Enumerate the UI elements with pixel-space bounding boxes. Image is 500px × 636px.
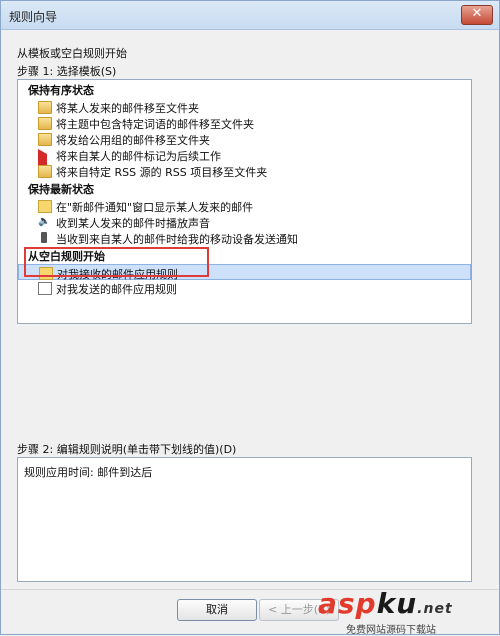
close-button[interactable]: ✕ <box>461 5 493 25</box>
phone-icon <box>41 232 47 243</box>
folder-icon <box>38 101 52 114</box>
cancel-button[interactable]: 取消 <box>177 599 257 621</box>
folder-icon <box>38 117 52 130</box>
watermark-logo-part-a: asp <box>318 587 377 620</box>
list-item[interactable]: 对我发送的邮件应用规则 <box>18 280 471 296</box>
watermark-logo-net: .net <box>417 601 453 617</box>
rules-wizard-window: 规则向导 ✕ 从模板或空白规则开始 步骤 1: 选择模板(S) 保持有序状态 将… <box>0 0 500 636</box>
speaker-icon: 🔈 <box>38 216 51 227</box>
step1-label: 步骤 1: 选择模板(S) <box>17 65 117 78</box>
rule-description-box[interactable]: 规则应用时间: 邮件到达后 <box>17 457 472 582</box>
list-item-label: 将某人发来的邮件移至文件夹 <box>56 102 199 115</box>
step2-label: 步骤 2: 编辑规则说明(单击带下划线的值)(D) <box>17 443 237 456</box>
list-item-label: 当收到来自某人的邮件时给我的移动设备发送通知 <box>56 233 298 246</box>
close-icon: ✕ <box>471 6 483 21</box>
list-item-label: 收到某人发来的邮件时播放声音 <box>56 217 210 230</box>
template-listbox[interactable]: 保持有序状态 将某人发来的邮件移至文件夹 将主题中包含特定词语的邮件移至文件夹 … <box>17 79 472 324</box>
watermark-logo-text: aspku.net <box>318 587 453 620</box>
group-header-uptodate: 保持最新状态 <box>28 183 94 196</box>
list-item-label: 将主题中包含特定词语的邮件移至文件夹 <box>56 118 254 131</box>
list-item-label: 将来自特定 RSS 源的 RSS 项目移至文件夹 <box>56 166 268 179</box>
group-header-organized: 保持有序状态 <box>28 84 94 97</box>
list-item[interactable]: 将某人发来的邮件移至文件夹 <box>18 99 471 115</box>
alert-icon <box>38 200 52 213</box>
list-item-label: 在"新邮件通知"窗口显示某人发来的邮件 <box>56 201 254 214</box>
list-item[interactable]: 在"新邮件通知"窗口显示某人发来的邮件 <box>18 198 471 214</box>
title-bar: 规则向导 ✕ <box>1 1 499 30</box>
watermark-logo: aspku.net 免费网站源码下载站 <box>318 587 493 636</box>
list-item[interactable]: 将发给公用组的邮件移至文件夹 <box>18 131 471 147</box>
watermark-subtitle: 免费网站源码下载站 <box>346 625 436 636</box>
list-item-label: 对我发送的邮件应用规则 <box>56 283 177 296</box>
window-title: 规则向导 <box>9 10 58 24</box>
list-item-label: 将发给公用组的邮件移至文件夹 <box>56 134 210 147</box>
red-highlight-annotation <box>24 247 209 277</box>
list-item[interactable]: 🔈 收到某人发来的邮件时播放声音 <box>18 214 471 230</box>
list-item[interactable]: 将主题中包含特定词语的邮件移至文件夹 <box>18 115 471 131</box>
list-item[interactable]: 当收到来自某人的邮件时给我的移动设备发送通知 <box>18 230 471 246</box>
list-item[interactable]: 将来自某人的邮件标记为后续工作 <box>18 147 471 170</box>
list-item[interactable]: 将来自特定 RSS 源的 RSS 项目移至文件夹 <box>18 163 471 179</box>
intro-text: 从模板或空白规则开始 <box>17 47 127 60</box>
rule-description-text: 规则应用时间: 邮件到达后 <box>24 466 153 479</box>
folder-icon <box>38 165 52 178</box>
folder-icon <box>38 133 52 146</box>
envelope-blank-icon <box>38 282 52 295</box>
watermark-logo-part-b: ku <box>376 587 418 620</box>
list-item-label: 将来自某人的邮件标记为后续工作 <box>56 150 221 163</box>
